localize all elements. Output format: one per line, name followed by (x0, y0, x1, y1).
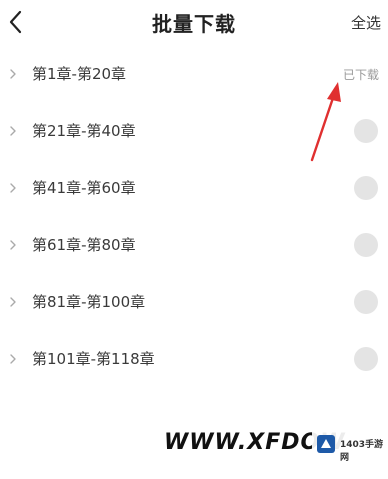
chapter-range-label: 第1章-第20章 (32, 65, 127, 83)
select-checkbox[interactable] (354, 347, 378, 371)
chevron-right-icon[interactable] (6, 350, 20, 368)
select-checkbox[interactable] (354, 290, 378, 314)
header-bar: 批量下载 全选 (0, 0, 388, 46)
downloaded-status: 已下载 (342, 68, 379, 82)
select-all-button[interactable]: 全选 (351, 12, 381, 33)
chapter-range-label: 第41章-第60章 (32, 179, 136, 197)
chapter-row[interactable]: 第41章-第60章 (0, 160, 388, 217)
chapter-range-label: 第21章-第40章 (32, 122, 136, 140)
chapter-range-label: 第81章-第100章 (32, 293, 146, 311)
chapter-row[interactable]: 第101章-第118章 (0, 331, 388, 388)
chapter-range-label: 第101章-第118章 (32, 350, 155, 368)
chapter-range-label: 第61章-第80章 (32, 236, 136, 254)
chapter-row[interactable]: 第61章-第80章 (0, 217, 388, 274)
select-checkbox[interactable] (354, 176, 378, 200)
chevron-right-icon[interactable] (6, 65, 20, 83)
chevron-right-icon[interactable] (6, 122, 20, 140)
select-checkbox[interactable] (354, 119, 378, 143)
chevron-right-icon[interactable] (6, 179, 20, 197)
chapter-row[interactable]: 第21章-第40章 (0, 103, 388, 160)
chapter-row[interactable]: 第1章-第20章 已下载 (0, 46, 388, 103)
chevron-right-icon[interactable] (6, 293, 20, 311)
watermark-badge: 1403手游网 (312, 428, 388, 463)
select-checkbox[interactable] (354, 233, 378, 257)
watermark-brand: 1403手游网 (340, 440, 384, 463)
chapter-row[interactable]: 第81章-第100章 (0, 274, 388, 331)
watermark: WWW.XFDOW 1403手游网 (160, 426, 388, 463)
site-logo-icon (317, 435, 335, 453)
page-title: 批量下载 (152, 12, 236, 36)
chevron-right-icon[interactable] (6, 236, 20, 254)
